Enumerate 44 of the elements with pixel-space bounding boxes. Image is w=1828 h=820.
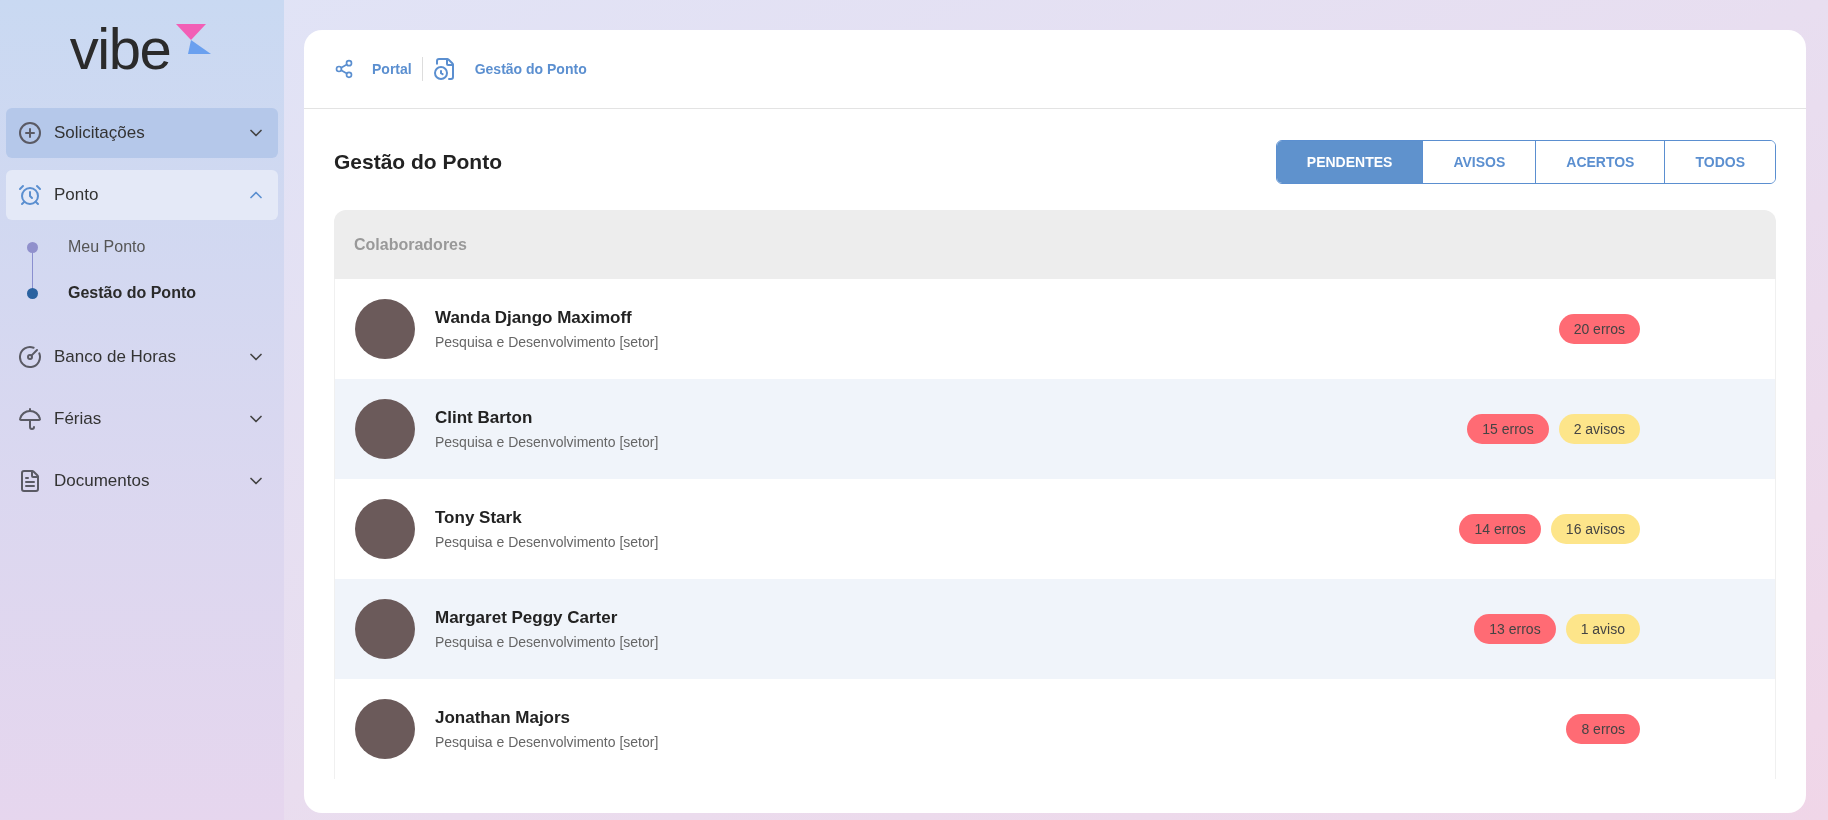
alarm-clock-icon xyxy=(18,183,42,207)
count-badge: 15 erros xyxy=(1467,414,1549,444)
submenu-link[interactable]: Meu Ponto xyxy=(68,235,146,259)
network-icon xyxy=(334,59,354,79)
department-text: Pesquisa e Desenvolvimento [setor] xyxy=(435,433,660,453)
department-text: Pesquisa e Desenvolvimento [setor] xyxy=(435,533,660,553)
document-icon xyxy=(18,469,42,493)
avatar-placeholder xyxy=(355,499,415,559)
avatar-placeholder xyxy=(355,299,415,359)
department-text: Pesquisa e Desenvolvimento [setor] xyxy=(435,733,660,753)
department-text: Pesquisa e Desenvolvimento [setor] xyxy=(435,633,660,653)
department-text: Pesquisa e Desenvolvimento [setor] xyxy=(435,333,660,353)
file-clock-icon xyxy=(432,57,457,81)
count-badge: 14 erros xyxy=(1459,514,1541,544)
count-badge: 1 aviso xyxy=(1565,614,1640,644)
umbrella-icon xyxy=(18,407,42,431)
logo: vibe xyxy=(69,20,215,78)
page-title: Gestão do Ponto xyxy=(334,149,502,176)
sidebar-item[interactable]: Ponto xyxy=(6,170,278,220)
employee-name: Wanda Django Maximoff xyxy=(435,306,633,329)
column-header: Colaboradores xyxy=(354,234,467,255)
table-row[interactable]: Clint Barton Pesquisa e Desenvolvimento [setor] 15 erros 2 avisos xyxy=(334,379,1776,479)
avatar-placeholder xyxy=(355,699,415,759)
sidebar-item[interactable]: Banco de Horas xyxy=(6,332,278,382)
table-row[interactable]: Wanda Django Maximoff Pesquisa e Desenvolvimento [setor] 20 erros xyxy=(334,279,1776,379)
count-badge: 8 erros xyxy=(1566,714,1640,744)
plus-circle-icon xyxy=(18,121,42,145)
employee-name: Margaret Peggy Carter xyxy=(435,606,619,629)
count-badge: 20 erros xyxy=(1558,314,1640,344)
avatar-placeholder xyxy=(355,399,415,459)
table-row[interactable]: Jonathan Majors Pesquisa e Desenvolvimento [setor] 8 erros xyxy=(334,679,1776,779)
sidebar-item[interactable]: Solicitações xyxy=(6,108,278,158)
count-badge: 2 avisos xyxy=(1558,414,1640,444)
employee-name: Tony Stark xyxy=(435,506,523,529)
table-row[interactable]: Margaret Peggy Carter Pesquisa e Desenvolvimento [setor] 13 erros 1 aviso xyxy=(334,579,1776,679)
employee-name: Clint Barton xyxy=(435,406,534,429)
avatar-placeholder xyxy=(355,599,415,659)
count-badge: 13 erros xyxy=(1474,614,1556,644)
employee-name: Jonathan Majors xyxy=(435,706,572,729)
sidebar-item[interactable]: Férias xyxy=(6,394,278,444)
table-row[interactable]: Tony Stark Pesquisa e Desenvolvimento [setor] 14 erros 16 avisos xyxy=(334,479,1776,579)
sidebar-item[interactable]: Documentos xyxy=(6,456,278,506)
submenu-link[interactable]: Gestão do Ponto xyxy=(68,281,196,305)
count-badge: 16 avisos xyxy=(1550,514,1640,544)
